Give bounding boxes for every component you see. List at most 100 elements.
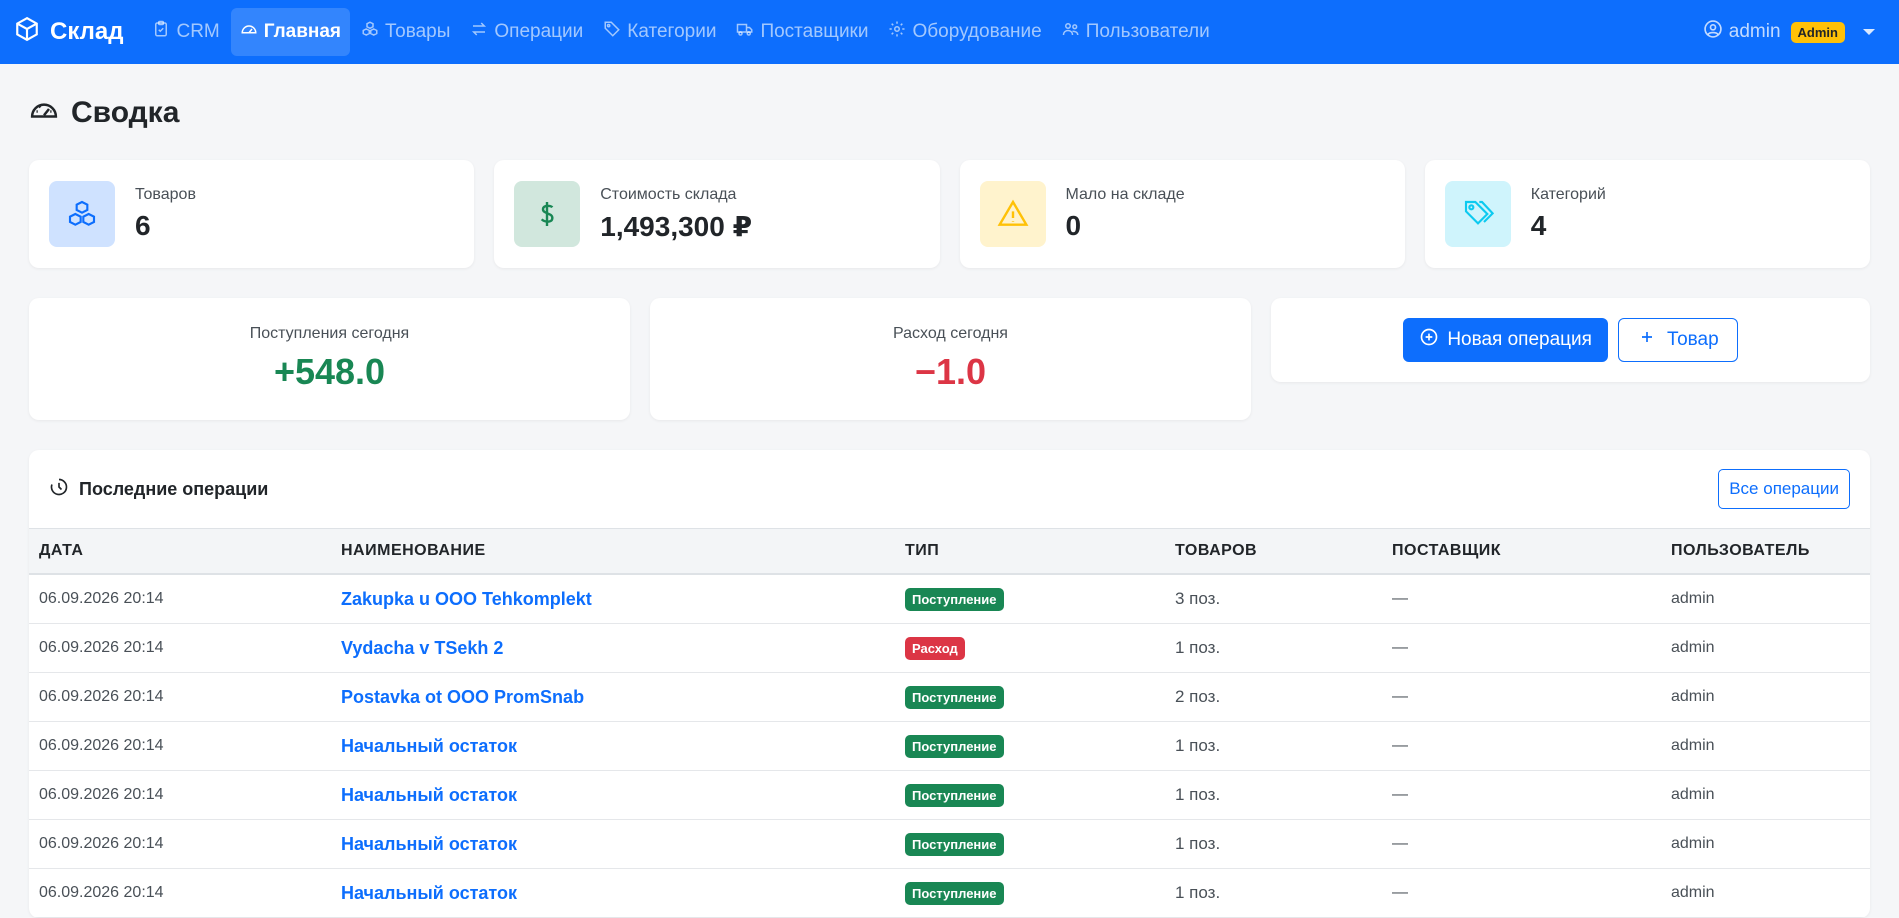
nav-item-categories[interactable]: Категории [594,8,725,56]
clock-history-icon [49,477,69,502]
nav-item-home[interactable]: Главная [230,8,351,56]
cell-count: 1 поз. [1165,721,1382,771]
stat-value: 6 [135,210,151,241]
nav-item-crm[interactable]: CRM [143,8,228,56]
column-header-name[interactable]: Наименование [331,529,895,575]
table-row[interactable]: 06.09.2026 20:14 Zakupka u OOO Tehkomplek… [29,574,1870,624]
nav-item-suppliers[interactable]: Поставщики [727,8,877,56]
nav-item-label: Поставщики [760,21,869,42]
cell-type: Поступление [895,574,1165,624]
stat-value: 1,493,300 ₽ [600,210,753,242]
recent-operations-card: Последние операции Все операции Дата Наи… [29,450,1870,918]
stat-value: 0 [1065,210,1082,241]
cell-supplier: — [1382,721,1661,771]
clipboard-check-icon [152,20,170,44]
nav-item-label: Операции [494,21,584,42]
table-row[interactable]: 06.09.2026 20:14 Начальный остаток Поступл… [29,770,1870,820]
table-row[interactable]: 06.09.2026 20:14 Postavka ot OOO PromSnab… [29,672,1870,722]
nav-item-label: Главная [263,21,342,42]
all-operations-button[interactable]: Все операции [1718,469,1850,509]
column-header-type[interactable]: Тип [895,529,1165,575]
cell-user: admin [1661,819,1870,869]
table-header-row: Дата Наименование Тип Товаров Поставщик … [29,528,1870,575]
stat-label: Стоимость склада [600,185,737,203]
table-row[interactable]: 06.09.2026 20:14 Начальный остаток Поступл… [29,868,1870,918]
operation-link[interactable]: Начальный остаток [331,868,895,918]
cell-supplier: — [1382,819,1661,869]
new-operation-button[interactable]: Новая операция [1403,318,1608,362]
new-operation-label: Новая операция [1447,329,1592,350]
speedometer-icon [29,94,59,132]
income-today-label: Поступления сегодня [249,325,410,342]
operation-link[interactable]: Postavka ot OOO PromSnab [331,672,895,722]
table-row[interactable]: 06.09.2026 20:14 Начальный остаток Поступл… [29,721,1870,771]
operation-link[interactable]: Начальный остаток [331,819,895,869]
cell-user: admin [1661,574,1870,624]
quick-actions: Новая операция Товар [1271,298,1870,382]
truck-icon [736,20,754,44]
role-badge: Admin [1790,21,1845,43]
page-title: Сводка [29,94,1870,132]
cell-date: 06.09.2026 20:14 [29,574,331,624]
cell-supplier: — [1382,623,1661,673]
user-menu[interactable]: admin Admin [1703,19,1885,45]
chevron-down-icon [1863,29,1875,35]
operation-link[interactable]: Начальный остаток [331,770,895,820]
column-header-user[interactable]: Пользователь [1661,529,1870,575]
cell-date: 06.09.2026 20:14 [29,770,331,820]
income-today-value: +548.0 [273,351,386,392]
people-icon [1062,20,1080,44]
type-badge: Поступление [905,734,1004,758]
income-today-card: Поступления сегодня +548.0 [29,298,630,420]
brand-name: Склад [50,18,124,45]
operation-link[interactable]: Начальный остаток [331,721,895,771]
nav-item-label: CRM [176,21,220,42]
nav-item-users[interactable]: Пользователи [1053,8,1219,56]
nav-item-label: Категории [627,21,717,42]
column-header-count[interactable]: Товаров [1165,529,1382,575]
gear-icon [888,20,906,44]
cell-type: Расход [895,623,1165,673]
arrow-left-right-icon [470,20,488,44]
table-row[interactable]: 06.09.2026 20:14 Начальный остаток Поступл… [29,819,1870,869]
type-badge: Поступление [905,832,1004,856]
nav-item-operations[interactable]: Операции [461,8,592,56]
operation-link[interactable]: Zakupka u OOO Tehkomplekt [331,574,895,624]
expense-today-value: −1.0 [914,351,987,392]
stat-card-products: Товаров 6 [29,160,475,268]
cell-count: 1 поз. [1165,868,1382,918]
nav-item-products[interactable]: Товары [352,8,459,56]
dollar-icon [514,181,581,247]
cell-type: Поступление [895,770,1165,820]
cell-type: Поступление [895,819,1165,869]
stats-row: Товаров 6 Стоимость склада 1,493,300 ₽ М… [29,160,1870,268]
type-badge: Поступление [905,685,1004,709]
tags-icon [1444,181,1511,247]
expense-today-card: Расход сегодня −1.0 [650,298,1251,420]
operations-table: Дата Наименование Тип Товаров Поставщик … [29,528,1870,918]
cell-user: admin [1661,623,1870,673]
table-row[interactable]: 06.09.2026 20:14 Vydacha v TSekh 2 Расход 1… [29,623,1870,673]
operation-link[interactable]: Vydacha v TSekh 2 [331,623,895,673]
cell-date: 06.09.2026 20:14 [29,868,331,918]
add-product-button[interactable]: Товар [1617,318,1738,362]
stat-label: Мало на складе [1065,186,1185,203]
user-circle-icon [1703,19,1723,45]
boxes-icon [49,181,115,247]
plus-circle-icon [1419,327,1439,353]
stat-label: Товаров [135,186,196,203]
cell-supplier: — [1382,574,1661,624]
recent-operations-title: Последние операции [49,477,268,502]
boxes-icon [361,20,379,44]
cell-user: admin [1661,868,1870,918]
top-navbar: Склад CRM Главная Товары Операции Катего… [0,0,1899,64]
stat-card-stock-value: Стоимость склада 1,493,300 ₽ [494,160,940,268]
column-header-supplier[interactable]: Поставщик [1382,529,1661,575]
today-row: Поступления сегодня +548.0 Расход сегодн… [29,298,1870,420]
nav-item-label: Пользователи [1085,21,1210,42]
brand[interactable]: Склад [14,16,123,49]
nav-item-equipment[interactable]: Оборудование [879,8,1050,56]
type-badge: Расход [905,636,965,660]
cell-date: 06.09.2026 20:14 [29,623,331,673]
column-header-date[interactable]: Дата [29,529,331,575]
